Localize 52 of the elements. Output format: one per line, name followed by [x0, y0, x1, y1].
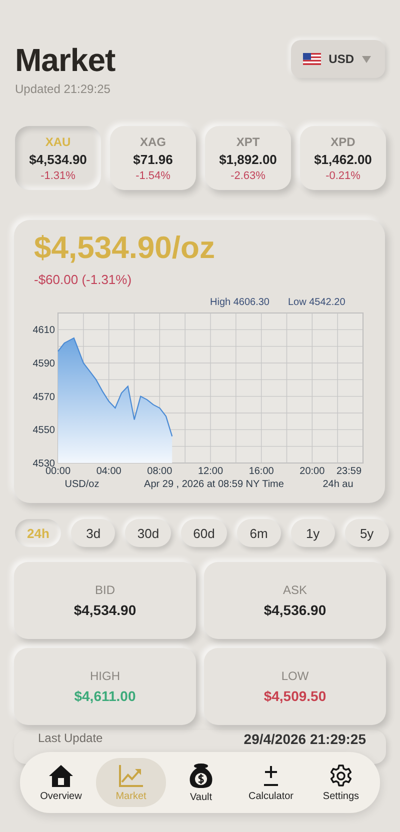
- settings-icon: [329, 764, 353, 788]
- nav-tab[interactable]: Calculator: [236, 758, 306, 807]
- page-title: Market: [15, 41, 116, 80]
- price-text: $4,534.90/oz: [33, 230, 216, 266]
- currency-selector[interactable]: USD: [290, 40, 385, 78]
- y-tick-label: 4610: [32, 325, 55, 336]
- nav-tab[interactable]: Vault: [166, 758, 236, 807]
- stat-value: $4,534.90: [74, 602, 136, 618]
- stat-value: $4,536.90: [264, 602, 326, 618]
- x-tick-label: 20:00: [300, 466, 325, 477]
- range-tab[interactable]: 1y: [290, 519, 335, 547]
- caret-icon: [362, 56, 371, 62]
- range-note: 24h au: [322, 479, 354, 490]
- last-update-value: 29/4/2026 21:29:25: [244, 731, 366, 747]
- range-tab[interactable]: 6m: [236, 519, 281, 547]
- x-tick-label: 08:00: [147, 466, 172, 477]
- metal-card[interactable]: XPT $1,892.00 -2.63%: [205, 126, 291, 190]
- price-change: -$60.00 (-1.31%): [33, 272, 133, 287]
- range-tab[interactable]: 30d: [125, 519, 172, 547]
- nav-tab[interactable]: Overview: [26, 758, 96, 807]
- stat-label: ASK: [282, 583, 307, 597]
- stat-value: $4,509.50: [264, 688, 326, 704]
- x-tick-label: 04:00: [96, 466, 122, 477]
- chart-up-icon: [118, 764, 144, 788]
- metal-card[interactable]: XAG $71.96 -1.54%: [110, 126, 196, 190]
- high-label: High 4606.30: [210, 297, 270, 308]
- range-tab[interactable]: 5y: [344, 519, 389, 547]
- x-tick-label: 16:00: [248, 466, 274, 477]
- plus-minus-icon: [261, 764, 281, 788]
- y-tick-label: 4550: [32, 425, 55, 436]
- stat-value: $4,611.00: [74, 688, 136, 704]
- stat-label: BID: [94, 583, 115, 597]
- y-tick-label: 4570: [32, 392, 55, 403]
- nav-tab[interactable]: Settings: [306, 758, 376, 807]
- house-icon: [48, 764, 74, 788]
- stat-label: LOW: [281, 669, 309, 683]
- x-tick-label: 12:00: [198, 466, 224, 477]
- flag-icon: [302, 53, 321, 65]
- timestamp-label: Apr 29 , 2026 at 08:59 NY Time: [144, 479, 284, 490]
- x-tick-label: 00:00: [45, 466, 71, 477]
- range-tab[interactable]: 3d: [71, 519, 116, 547]
- metal-card[interactable]: XAU $4,534.90 -1.31%: [15, 126, 101, 190]
- money-bag-icon: [189, 762, 213, 788]
- range-tab[interactable]: 60d: [181, 519, 227, 547]
- unit-label: USD/oz: [64, 479, 100, 490]
- stat-label: HIGH: [90, 669, 120, 683]
- updated-time: Updated 21:29:25: [15, 82, 112, 96]
- low-label: Low 4542.20: [288, 297, 346, 308]
- metal-card[interactable]: XPD $1,462.00 -0.21%: [300, 126, 386, 190]
- x-tick-label: 23:59: [336, 466, 362, 477]
- y-tick-label: 4590: [32, 358, 55, 370]
- last-update-label: Last Update: [38, 731, 103, 745]
